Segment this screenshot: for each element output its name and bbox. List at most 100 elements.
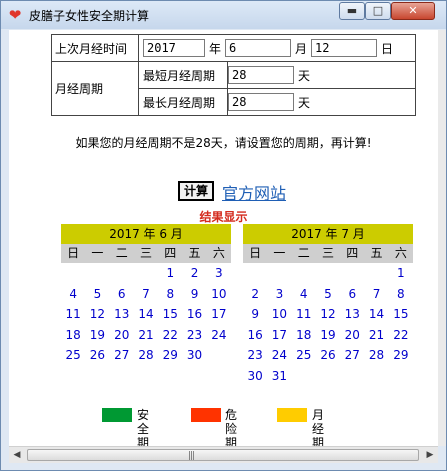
- day-cell[interactable]: 20: [340, 325, 364, 346]
- empty-day-cell: [340, 263, 364, 284]
- scroll-thumb[interactable]: |||: [27, 449, 419, 461]
- day-cell[interactable]: 27: [340, 345, 364, 366]
- day-cell[interactable]: 22: [158, 325, 182, 346]
- day-cell[interactable]: 4: [292, 284, 316, 305]
- weekday-label: 六: [394, 246, 407, 260]
- day-cell[interactable]: 10: [207, 284, 231, 305]
- app-window: ❤ 皮膳子女性安全期计算 ▬ □ ✕ 上次月经时间 2017 年 6 月 12 日 月经周…: [0, 0, 447, 471]
- empty-day-cell: [267, 263, 291, 284]
- weekday-row: 日一二三四五六: [243, 244, 413, 263]
- longest-cycle-input[interactable]: 28: [228, 93, 294, 111]
- day-cell[interactable]: 17: [207, 304, 231, 325]
- empty-day-cell: [61, 263, 85, 284]
- day-cell[interactable]: 15: [158, 304, 182, 325]
- day-cell[interactable]: 10: [267, 304, 291, 325]
- day-cell[interactable]: 4: [61, 284, 85, 305]
- day-cell[interactable]: 13: [340, 304, 364, 325]
- heart-icon: ❤: [8, 6, 22, 24]
- year-input[interactable]: 2017: [143, 39, 205, 57]
- day-cell[interactable]: 31: [267, 366, 291, 387]
- day-cell[interactable]: 5: [316, 284, 340, 305]
- window-title: 皮膳子女性安全期计算: [29, 9, 150, 23]
- day-cell[interactable]: 17: [267, 325, 291, 346]
- minimize-button[interactable]: ▬: [339, 2, 365, 20]
- day-cell[interactable]: 12: [316, 304, 340, 325]
- title-bar[interactable]: ❤ 皮膳子女性安全期计算 ▬ □ ✕: [1, 1, 446, 29]
- day-cell[interactable]: 18: [292, 325, 316, 346]
- day-cell[interactable]: 19: [316, 325, 340, 346]
- day-input[interactable]: 12: [311, 39, 378, 57]
- day-cell[interactable]: 16: [243, 325, 267, 346]
- day-cell[interactable]: 20: [110, 325, 134, 346]
- day-cell[interactable]: 13: [110, 304, 134, 325]
- day-cell[interactable]: 15: [389, 304, 413, 325]
- calculate-button[interactable]: 计算: [178, 181, 214, 201]
- day-cell[interactable]: 1: [158, 263, 182, 284]
- day-cell[interactable]: 3: [267, 284, 291, 305]
- day-cell[interactable]: 26: [85, 345, 109, 366]
- day-cell[interactable]: 5: [85, 284, 109, 305]
- year-unit: 年: [209, 41, 222, 56]
- weekday-label: 六: [212, 246, 225, 260]
- day-cell[interactable]: 23: [182, 325, 206, 346]
- day-cell[interactable]: 30: [243, 366, 267, 387]
- day-cell[interactable]: 1: [389, 263, 413, 284]
- day-unit: 日: [381, 41, 394, 56]
- empty-day-cell: [316, 263, 340, 284]
- day-cell[interactable]: 6: [340, 284, 364, 305]
- day-cell[interactable]: 2: [243, 284, 267, 305]
- horizontal-scrollbar[interactable]: ◀ ||| ▶: [9, 446, 438, 463]
- day-cell[interactable]: 21: [364, 325, 388, 346]
- day-cell[interactable]: 14: [134, 304, 158, 325]
- day-cell[interactable]: 8: [389, 284, 413, 305]
- day-cell[interactable]: 6: [110, 284, 134, 305]
- day-cell[interactable]: 25: [61, 345, 85, 366]
- day-cell[interactable]: 9: [243, 304, 267, 325]
- day-cell[interactable]: 2: [182, 263, 206, 284]
- scroll-left-icon[interactable]: ◀: [9, 447, 25, 463]
- day-cell[interactable]: 18: [61, 325, 85, 346]
- official-site-link[interactable]: 官方网站: [222, 180, 286, 204]
- shortest-cycle-input[interactable]: 28: [228, 66, 294, 84]
- day-cell[interactable]: 22: [389, 325, 413, 346]
- day-cell[interactable]: 24: [267, 345, 291, 366]
- day-cell[interactable]: 7: [364, 284, 388, 305]
- day-cell[interactable]: 29: [389, 345, 413, 366]
- empty-day-cell: [85, 263, 109, 284]
- close-icon: ✕: [408, 4, 418, 17]
- day-cell[interactable]: 28: [134, 345, 158, 366]
- day-cell[interactable]: 14: [364, 304, 388, 325]
- day-cell[interactable]: 28: [364, 345, 388, 366]
- close-button[interactable]: ✕: [391, 2, 435, 20]
- empty-day-cell: [292, 263, 316, 284]
- day-cell[interactable]: 7: [134, 284, 158, 305]
- day-cell[interactable]: 30: [182, 345, 206, 366]
- shortest-cycle-label: 最短月经周期: [138, 61, 228, 89]
- day-cell[interactable]: 19: [85, 325, 109, 346]
- day-cell[interactable]: 8: [158, 284, 182, 305]
- minimize-icon: ▬: [346, 4, 358, 17]
- weekday-label: 五: [370, 246, 383, 260]
- day-cell[interactable]: 11: [61, 304, 85, 325]
- day-cell[interactable]: 25: [292, 345, 316, 366]
- day-cell[interactable]: 12: [85, 304, 109, 325]
- month-input[interactable]: 6: [225, 39, 292, 57]
- scroll-right-icon[interactable]: ▶: [422, 447, 438, 463]
- day-cell[interactable]: 27: [110, 345, 134, 366]
- day-cell[interactable]: 29: [158, 345, 182, 366]
- day-cell[interactable]: 3: [207, 263, 231, 284]
- day-cell[interactable]: 16: [182, 304, 206, 325]
- day-cell[interactable]: 24: [207, 325, 231, 346]
- maximize-icon: □: [372, 4, 384, 17]
- maximize-button[interactable]: □: [365, 2, 391, 20]
- day-cell[interactable]: 9: [182, 284, 206, 305]
- weekday-row: 日一二三四五六: [61, 244, 231, 263]
- day-cell[interactable]: 26: [316, 345, 340, 366]
- weekday-label: 二: [297, 246, 310, 260]
- day-cell[interactable]: 23: [243, 345, 267, 366]
- legend-label-danger: 危险期: [225, 408, 238, 446]
- cycle-hint-message: 如果您的月经周期不是28天，请设置您的周期，再计算!: [75, 136, 372, 150]
- day-cell[interactable]: 11: [292, 304, 316, 325]
- calendar-july: 2017 年 7 月 日一二三四五六 1 2 3 4 5 6 7 8 9 10 11 12 13 14 15…: [243, 224, 413, 387]
- day-cell[interactable]: 21: [134, 325, 158, 346]
